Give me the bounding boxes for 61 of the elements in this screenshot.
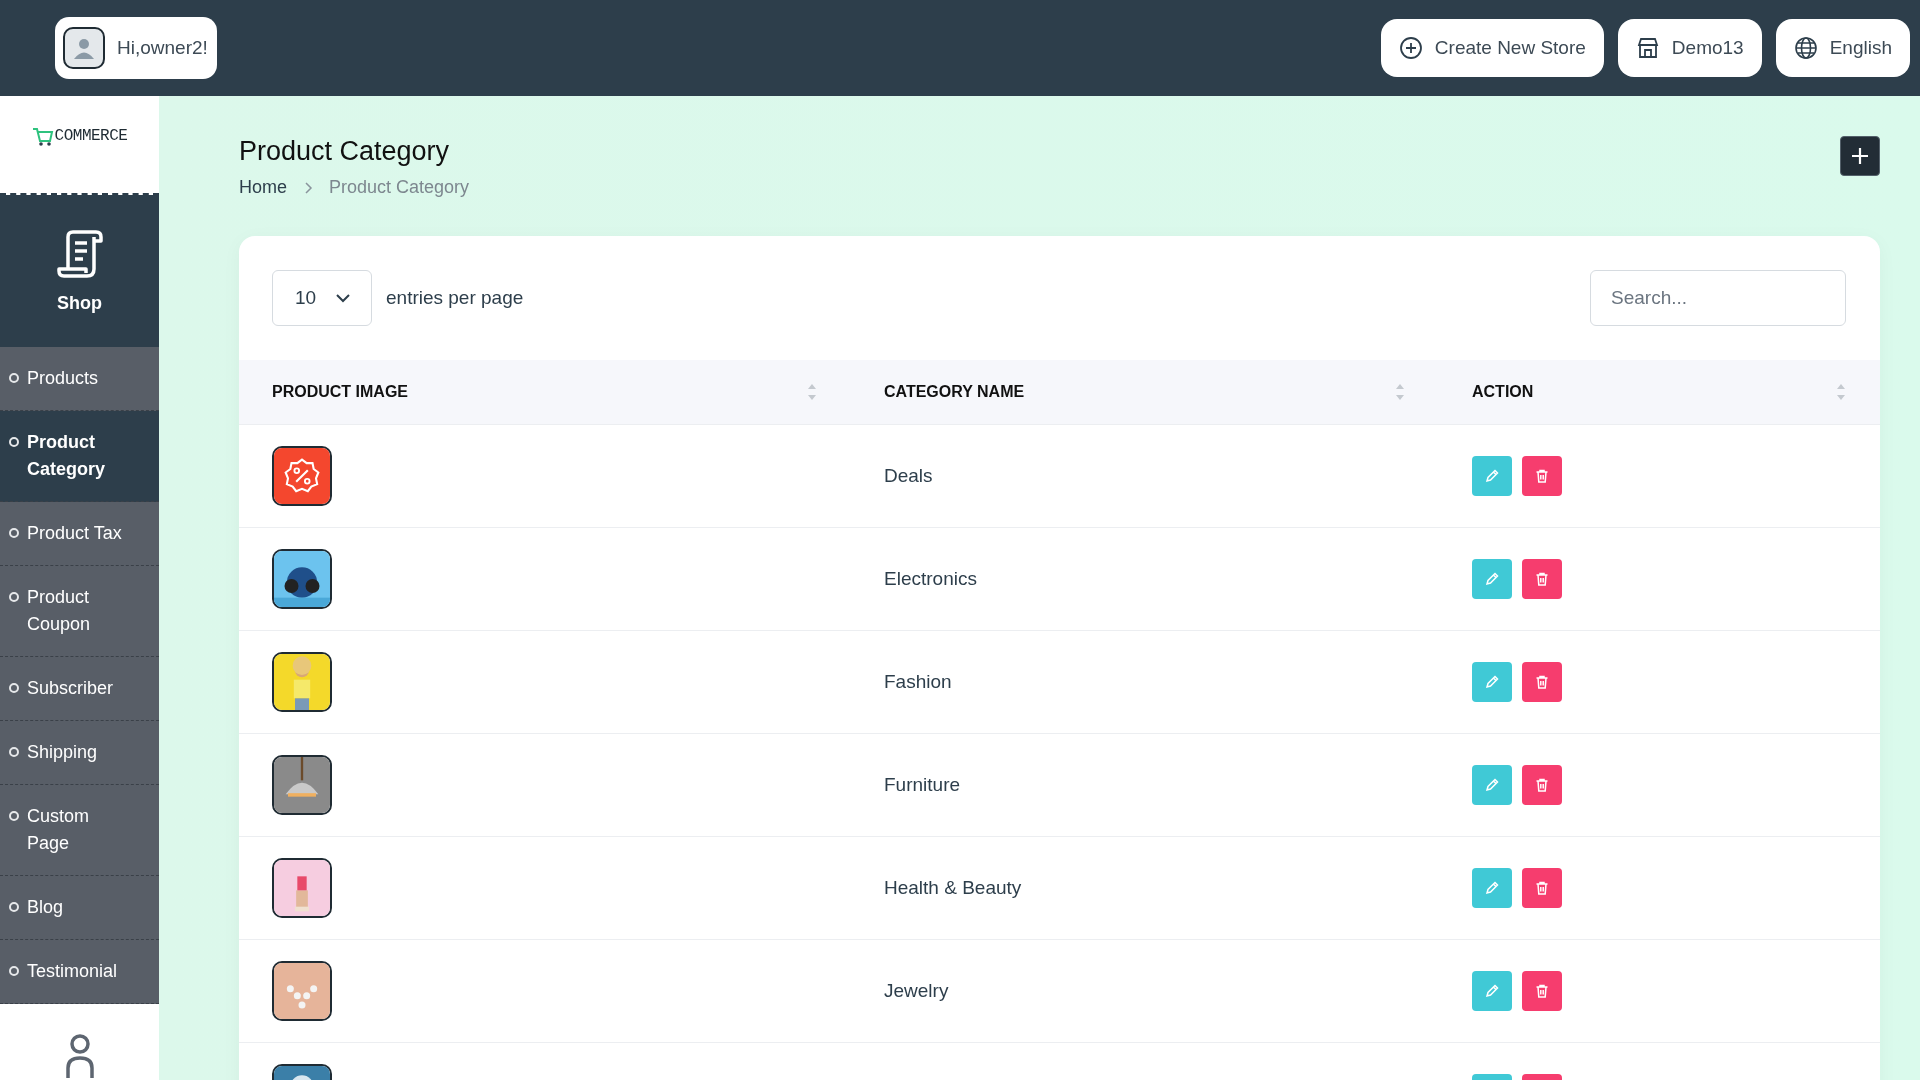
trash-icon xyxy=(1534,983,1550,999)
edit-button[interactable] xyxy=(1472,456,1512,496)
category-name: Deals xyxy=(884,465,933,487)
sidebar-item[interactable]: Product Category xyxy=(0,411,159,502)
entries-per-page-label: entries per page xyxy=(386,287,524,309)
plus-circle-icon xyxy=(1398,36,1423,60)
store-button[interactable]: Demo13 xyxy=(1617,19,1762,77)
column-header[interactable]: ACTION xyxy=(1472,383,1534,401)
delete-button[interactable] xyxy=(1522,662,1562,702)
chevron-right-icon xyxy=(303,180,313,195)
pencil-icon xyxy=(1484,571,1500,587)
edit-button[interactable] xyxy=(1472,765,1512,805)
store-icon xyxy=(1635,36,1660,60)
trash-icon xyxy=(1534,468,1550,484)
chevron-down-icon xyxy=(335,293,351,303)
delete-button[interactable] xyxy=(1522,971,1562,1011)
page-title: Product Category xyxy=(239,136,451,167)
language-button[interactable]: English xyxy=(1775,19,1910,77)
add-button[interactable] xyxy=(1840,136,1880,176)
category-name: Health & Beauty xyxy=(884,877,1022,899)
pencil-icon xyxy=(1484,777,1500,793)
edit-button[interactable] xyxy=(1472,559,1512,599)
delete-button[interactable] xyxy=(1522,456,1562,496)
pencil-icon xyxy=(1484,880,1500,896)
sort-icon[interactable] xyxy=(1836,383,1846,401)
trash-icon xyxy=(1534,880,1550,896)
avatar-icon xyxy=(63,27,105,69)
category-name: Jewelry xyxy=(884,980,949,1002)
column-header[interactable]: CATEGORY NAME xyxy=(884,383,1025,401)
sort-icon[interactable] xyxy=(1395,383,1405,401)
pencil-icon xyxy=(1484,983,1500,999)
trash-icon xyxy=(1534,674,1550,690)
category-name: Fashion xyxy=(884,671,952,693)
edit-button[interactable] xyxy=(1472,868,1512,908)
pencil-icon xyxy=(1484,468,1500,484)
search-field[interactable]: Search... xyxy=(1590,270,1846,326)
logo-text: COMMERCE xyxy=(54,126,128,145)
receipt-icon xyxy=(55,228,104,279)
delete-button[interactable] xyxy=(1522,559,1562,599)
user-greeting-button[interactable]: Hi,owner2! xyxy=(55,17,217,79)
shop-section[interactable]: Shop xyxy=(0,195,159,347)
greeting-text: Hi,owner2! xyxy=(117,37,208,59)
breadcrumb-link[interactable]: Home xyxy=(239,177,287,198)
delete-button[interactable] xyxy=(1522,868,1562,908)
globe-icon xyxy=(1793,36,1818,60)
page-size-select[interactable]: 10 xyxy=(272,270,372,326)
category-name: Electronics xyxy=(884,568,977,590)
plus-icon xyxy=(1850,146,1870,166)
category-name: Furniture xyxy=(884,774,961,796)
trash-icon xyxy=(1534,777,1550,793)
discount-badge-icon xyxy=(274,448,330,504)
sort-icon[interactable] xyxy=(807,383,817,401)
user-icon xyxy=(64,1034,95,1078)
create-button[interactable]: Create New Store xyxy=(1380,19,1604,77)
delete-button[interactable] xyxy=(1522,765,1562,805)
trash-icon xyxy=(1534,571,1550,587)
column-header[interactable]: PRODUCT IMAGE xyxy=(272,383,408,401)
pencil-icon xyxy=(1484,674,1500,690)
edit-button[interactable] xyxy=(1472,662,1512,702)
breadcrumb-current: Product Category xyxy=(329,177,470,198)
edit-button[interactable] xyxy=(1472,971,1512,1011)
